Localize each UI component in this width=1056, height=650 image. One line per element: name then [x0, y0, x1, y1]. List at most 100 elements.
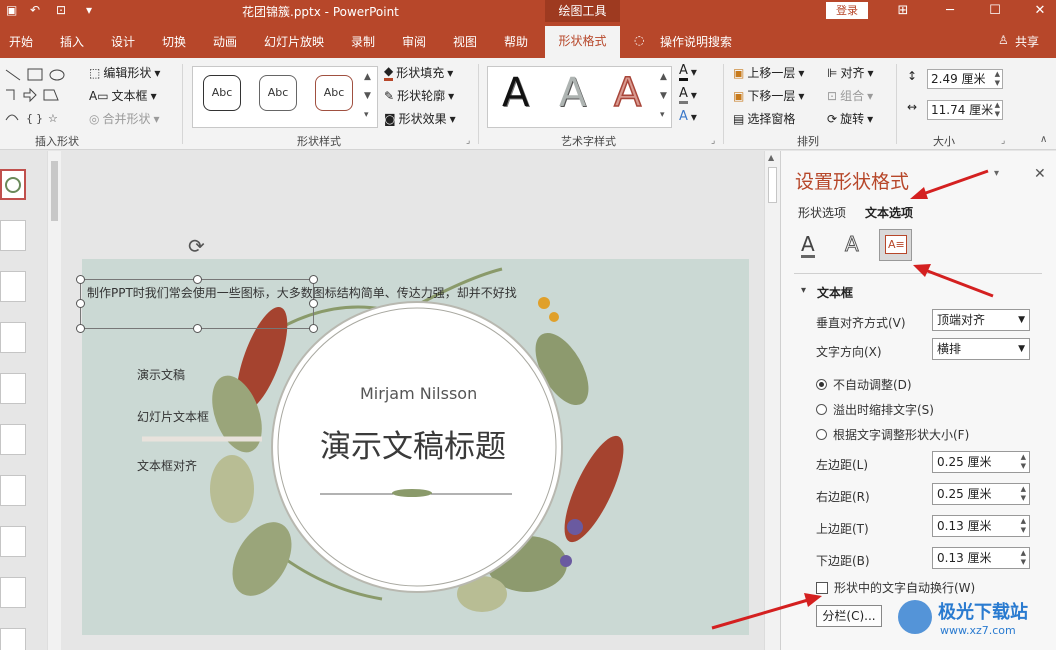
spinner-arrows[interactable]: ▲ ▼	[995, 70, 1000, 88]
wordart-sample-2[interactable]: A	[559, 70, 586, 116]
tab-shape-format[interactable]: 形状格式	[545, 26, 620, 58]
textbox-content[interactable]: 制作PPT时我们常会使用一些图标，大多数图标结构简单、传达力强，却并不好找	[87, 284, 517, 301]
slide-thumbnail[interactable]	[0, 271, 26, 302]
tab-insert[interactable]: 插入	[60, 33, 84, 50]
tab-review[interactable]: 审阅	[402, 33, 426, 50]
text-direction-select[interactable]: 横排 ▼	[932, 338, 1030, 360]
bring-forward-button[interactable]: ▣ 上移一层 ▾	[733, 64, 804, 81]
collapse-section-icon[interactable]: ▾	[801, 285, 806, 296]
spinner-arrows[interactable]: ▲ ▼	[1021, 549, 1026, 567]
resize-handle[interactable]	[76, 324, 85, 333]
right-margin-input[interactable]: 0.25 厘米 ▲ ▼	[932, 483, 1030, 505]
gallery-scroll-arrows[interactable]: ▲ ▼ ▾	[364, 68, 371, 125]
shape-height-input[interactable]: 2.49 厘米 ▲ ▼	[927, 69, 1003, 89]
save-icon[interactable]: ▣	[6, 3, 17, 17]
slide-list-item[interactable]: 演示文稿	[137, 366, 185, 383]
pane-options-icon[interactable]: ▾	[994, 168, 999, 179]
canvas-scrollbar[interactable]: ▲	[764, 151, 780, 650]
tab-transitions[interactable]: 切换	[162, 33, 186, 50]
ribbon-display-options-icon[interactable]: ⊞	[893, 1, 913, 21]
slide-thumbnail[interactable]	[0, 322, 26, 353]
dialog-launcher-icon[interactable]: ⌟	[1001, 136, 1005, 146]
vertical-align-select[interactable]: 顶端对齐 ▼	[932, 309, 1030, 331]
rotate-button[interactable]: ⟳ 旋转 ▾	[827, 110, 873, 127]
thumbnail-scrollbar[interactable]	[47, 151, 61, 650]
customize-qat-icon[interactable]: ▾	[86, 3, 92, 17]
slide-title[interactable]: 演示文稿标题	[320, 421, 506, 466]
align-button[interactable]: ⊫ 对齐 ▾	[827, 64, 874, 81]
slide-thumbnail[interactable]	[0, 373, 26, 404]
slide-list-item[interactable]: 文本框对齐	[137, 457, 197, 474]
slide-thumbnail[interactable]	[0, 475, 26, 506]
collapse-ribbon-icon[interactable]: ∧	[1040, 134, 1047, 145]
undo-icon[interactable]: ↶	[30, 3, 40, 17]
spinner-arrows[interactable]: ▲ ▼	[995, 101, 1000, 119]
tab-text-options[interactable]: 文本选项	[865, 204, 913, 221]
resize-handle[interactable]	[309, 299, 318, 308]
maximize-icon[interactable]: ☐	[985, 1, 1005, 21]
section-title-textbox[interactable]: 文本框	[817, 284, 853, 301]
spinner-arrows[interactable]: ▲ ▼	[1021, 517, 1026, 535]
merge-shapes-button[interactable]: ◎ 合并形状 ▾	[89, 110, 160, 127]
columns-button[interactable]: 分栏(C)...	[816, 605, 882, 627]
shape-style-sample-1[interactable]: Abc	[203, 75, 241, 111]
close-window-icon[interactable]: ✕	[1030, 1, 1050, 21]
text-fill-outline-icon[interactable]: A	[801, 233, 815, 258]
left-margin-input[interactable]: 0.25 厘米 ▲ ▼	[932, 451, 1030, 473]
shape-effects-button[interactable]: ◙ 形状效果 ▾	[384, 110, 456, 127]
text-box-button[interactable]: A▭ 文本框 ▾	[89, 87, 157, 104]
scroll-up-icon[interactable]: ▲	[768, 153, 774, 162]
text-fill-button[interactable]: A ▾	[679, 63, 697, 81]
radio-no-autofit[interactable]: 不自动调整(D)	[816, 376, 912, 393]
slide-thumbnail[interactable]	[0, 577, 26, 608]
selection-pane-button[interactable]: ▤ 选择窗格	[733, 110, 795, 127]
slide-list-item[interactable]: 幻灯片文本框	[137, 408, 209, 425]
send-backward-button[interactable]: ▣ 下移一层 ▾	[733, 87, 804, 104]
textbox-options-icon[interactable]: A≡	[879, 229, 912, 261]
resize-handle[interactable]	[309, 324, 318, 333]
slide-thumbnail[interactable]	[0, 424, 26, 455]
wordart-sample-3[interactable]: A	[613, 69, 642, 117]
resize-handle[interactable]	[76, 275, 85, 284]
text-effects-icon[interactable]: A	[845, 233, 860, 256]
tab-help[interactable]: 帮助	[504, 33, 528, 50]
slide-thumbnail[interactable]	[0, 220, 26, 251]
slide-author[interactable]: Mirjam Nilsson	[360, 384, 477, 403]
resize-handle[interactable]	[193, 324, 202, 333]
gallery-scroll-arrows[interactable]: ▲ ▼ ▾	[660, 68, 667, 125]
group-button[interactable]: ⊡ 组合 ▾	[827, 87, 873, 104]
slide-thumbnail[interactable]	[0, 526, 26, 557]
dialog-launcher-icon[interactable]: ⌟	[466, 136, 470, 146]
share-button[interactable]: 共享	[1015, 33, 1039, 50]
wrap-text-checkbox[interactable]: 形状中的文字自动换行(W)	[816, 579, 975, 596]
shape-style-sample-2[interactable]: Abc	[259, 75, 297, 111]
text-effects-button[interactable]: A ▾	[679, 109, 697, 124]
shape-fill-button[interactable]: ◆ 形状填充 ▾	[384, 64, 453, 81]
radio-resize-shape[interactable]: 根据文字调整形状大小(F)	[816, 426, 969, 443]
edit-shape-button[interactable]: ⬚ 编辑形状 ▾	[89, 64, 160, 81]
tab-design[interactable]: 设计	[111, 33, 135, 50]
bottom-margin-input[interactable]: 0.13 厘米 ▲ ▼	[932, 547, 1030, 569]
scrollbar-thumb[interactable]	[768, 167, 777, 203]
shape-gallery[interactable]: { } ☆	[0, 66, 70, 128]
resize-handle[interactable]	[76, 299, 85, 308]
start-from-beginning-icon[interactable]: ⊡	[56, 3, 66, 17]
spinner-arrows[interactable]: ▲ ▼	[1021, 453, 1026, 471]
minimize-icon[interactable]: ─	[940, 1, 960, 21]
tab-record[interactable]: 录制	[351, 33, 375, 50]
tell-me-search[interactable]: 操作说明搜索	[660, 33, 732, 50]
wordart-sample-1[interactable]: A	[502, 70, 529, 116]
scrollbar-thumb[interactable]	[51, 161, 58, 221]
radio-shrink-on-overflow[interactable]: 溢出时缩排文字(S)	[816, 401, 934, 418]
tab-slideshow[interactable]: 幻灯片放映	[264, 33, 324, 50]
dialog-launcher-icon[interactable]: ⌟	[711, 136, 715, 146]
top-margin-input[interactable]: 0.13 厘米 ▲ ▼	[932, 515, 1030, 537]
text-outline-button[interactable]: A ▾	[679, 86, 697, 104]
close-pane-icon[interactable]: ✕	[1034, 166, 1046, 182]
shape-outline-button[interactable]: ✎ 形状轮廓 ▾	[384, 87, 454, 104]
shape-style-sample-3[interactable]: Abc	[315, 75, 353, 111]
rotate-handle-icon[interactable]: ⟳	[188, 234, 205, 258]
resize-handle[interactable]	[309, 275, 318, 284]
spinner-arrows[interactable]: ▲ ▼	[1021, 485, 1026, 503]
tab-home[interactable]: 开始	[9, 33, 33, 50]
